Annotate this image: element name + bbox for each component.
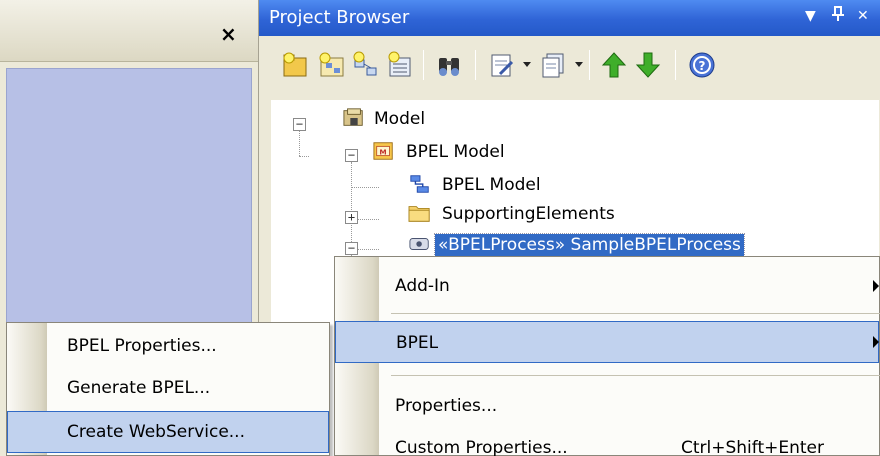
toolbar-separator	[423, 50, 424, 80]
new-child-icon	[388, 51, 411, 77]
tree-connector	[299, 128, 300, 156]
panel-close-button[interactable]: ✕	[857, 8, 869, 24]
tree-connector	[357, 219, 379, 220]
tree-expander-bpel-process[interactable]: −	[345, 242, 358, 255]
submenu-arrow-icon	[873, 336, 879, 348]
submenu-arrow-icon	[873, 280, 879, 292]
submenu-item-create-webservice[interactable]: Create WebService...	[7, 411, 329, 453]
toolbar-separator	[589, 50, 590, 80]
new-element-icon	[353, 51, 377, 76]
help-button[interactable]: ?	[687, 50, 717, 80]
toolbar-separator	[475, 50, 476, 80]
bpel-package-icon: M	[373, 142, 393, 160]
new-diagram-icon	[319, 52, 344, 77]
model-root-icon	[343, 108, 363, 126]
properties-icon	[542, 53, 564, 78]
project-browser-toolbar: ?	[259, 36, 880, 100]
document-dropdown-arrow[interactable]	[523, 62, 531, 67]
new-package-icon	[283, 52, 307, 77]
properties-button[interactable]	[539, 50, 569, 80]
toolbar-separator	[675, 50, 676, 80]
bpel-process-icon	[409, 238, 429, 250]
submenu-item-bpel-properties[interactable]: BPEL Properties...	[7, 325, 329, 367]
bpel-submenu: BPEL Properties... Generate BPEL... Crea…	[6, 322, 330, 456]
document-icon	[491, 54, 514, 77]
new-element-button[interactable]	[351, 50, 381, 80]
move-up-button[interactable]	[599, 50, 629, 80]
tree-connector	[299, 156, 309, 157]
tree-connector	[357, 249, 379, 250]
find-button[interactable]	[435, 50, 465, 80]
project-browser-titlebar: Project Browser ▼ ✕	[259, 0, 880, 36]
pin-icon	[832, 6, 844, 21]
new-diagram-button[interactable]	[317, 50, 347, 80]
menu-item-custom-properties[interactable]: Custom Properties... Ctrl+Shift+Enter	[335, 427, 879, 456]
move-down-button[interactable]	[633, 50, 663, 80]
tree-expander-bpel-model[interactable]: −	[345, 149, 358, 162]
bpel-diagram-icon	[410, 175, 429, 193]
menu-separator	[391, 313, 880, 314]
properties-dropdown-arrow[interactable]	[575, 62, 583, 67]
project-browser-title: Project Browser	[269, 7, 410, 28]
svg-text:M: M	[379, 148, 386, 157]
menu-item-properties[interactable]: Properties...	[335, 385, 879, 427]
tree-expander-model[interactable]: −	[293, 118, 306, 131]
move-down-icon	[635, 52, 661, 78]
svg-text:?: ?	[699, 59, 706, 73]
panel-pin-button[interactable]	[831, 6, 845, 26]
left-panel-header: ×	[0, 0, 258, 62]
menu-item-add-in[interactable]: Add-In	[335, 265, 879, 307]
submenu-item-generate-bpel[interactable]: Generate BPEL...	[7, 367, 329, 409]
menu-item-shortcut: Ctrl+Shift+Enter	[681, 438, 825, 456]
folder-icon	[408, 206, 430, 222]
new-child-button[interactable]	[385, 50, 415, 80]
menu-item-bpel[interactable]: BPEL	[335, 321, 879, 363]
help-icon: ?	[689, 52, 715, 78]
document-button[interactable]	[487, 50, 517, 80]
tree-expander-supporting-elements[interactable]: +	[345, 211, 358, 224]
menu-separator	[391, 375, 880, 376]
left-panel-close-button[interactable]: ×	[220, 24, 237, 44]
tree-connector	[351, 187, 379, 188]
new-package-button[interactable]	[281, 50, 311, 80]
move-up-icon	[601, 52, 627, 78]
panel-dropdown-button[interactable]: ▼	[805, 8, 816, 24]
find-icon	[439, 58, 459, 76]
context-menu: Add-In BPEL Properties... Custom Propert…	[334, 256, 880, 456]
